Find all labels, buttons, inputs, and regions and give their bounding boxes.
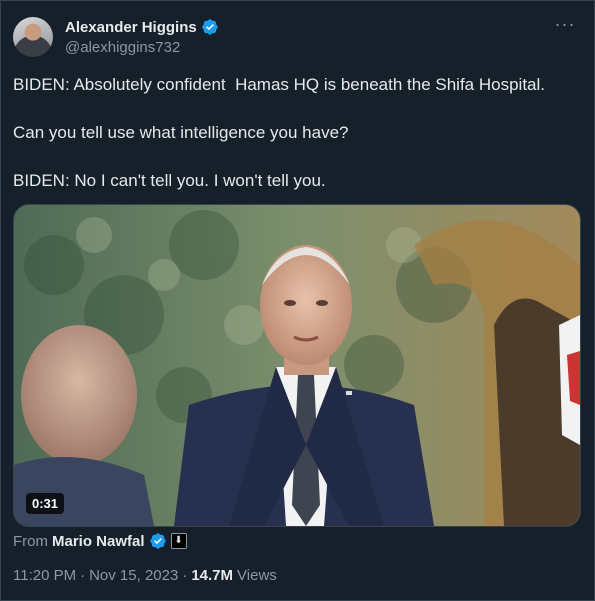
- tweet-time[interactable]: 11:20 PM: [13, 567, 76, 584]
- display-name-row: Alexander Higgins: [65, 17, 219, 37]
- tweet-card: Alexander Higgins @alexhiggins732 ··· BI…: [0, 0, 595, 601]
- video-duration-badge: 0:31: [26, 493, 65, 514]
- verified-badge-icon[interactable]: [201, 18, 219, 36]
- tweet-metadata: 11:20 PM · Nov 15, 2023 · 14.7M Views: [13, 567, 277, 584]
- video-thumbnail: [14, 205, 580, 526]
- video-player[interactable]: 0:31: [13, 204, 581, 527]
- views-label: Views: [237, 567, 277, 584]
- meta-separator: ·: [182, 567, 188, 584]
- source-account-name[interactable]: Mario Nawfal: [52, 533, 145, 550]
- affiliate-badge-icon[interactable]: ⬇: [170, 533, 187, 549]
- author-display-name[interactable]: Alexander Higgins: [65, 19, 197, 36]
- verified-badge-icon: [149, 532, 167, 550]
- source-attribution: From Mario Nawfal ⬇: [13, 531, 187, 551]
- more-options-icon[interactable]: ···: [554, 15, 576, 37]
- tweet-header: Alexander Higgins @alexhiggins732 ···: [13, 15, 582, 59]
- meta-separator: ·: [80, 567, 86, 584]
- tweet-text: BIDEN: Absolutely confident Hamas HQ is …: [13, 73, 582, 217]
- source-label: From: [13, 532, 48, 550]
- tweet-date[interactable]: Nov 15, 2023: [89, 567, 178, 584]
- author-avatar[interactable]: [13, 17, 53, 57]
- tweet-text-line: BIDEN: Absolutely confident Hamas HQ is …: [13, 75, 545, 94]
- tweet-text-line: Can you tell use what intelligence you h…: [13, 123, 349, 142]
- author-handle[interactable]: @alexhiggins732: [65, 39, 219, 56]
- tweet-text-line: BIDEN: No I can't tell you. I won't tell…: [13, 171, 326, 190]
- views-count: 14.7M: [191, 567, 234, 584]
- author-names: Alexander Higgins @alexhiggins732: [65, 17, 219, 56]
